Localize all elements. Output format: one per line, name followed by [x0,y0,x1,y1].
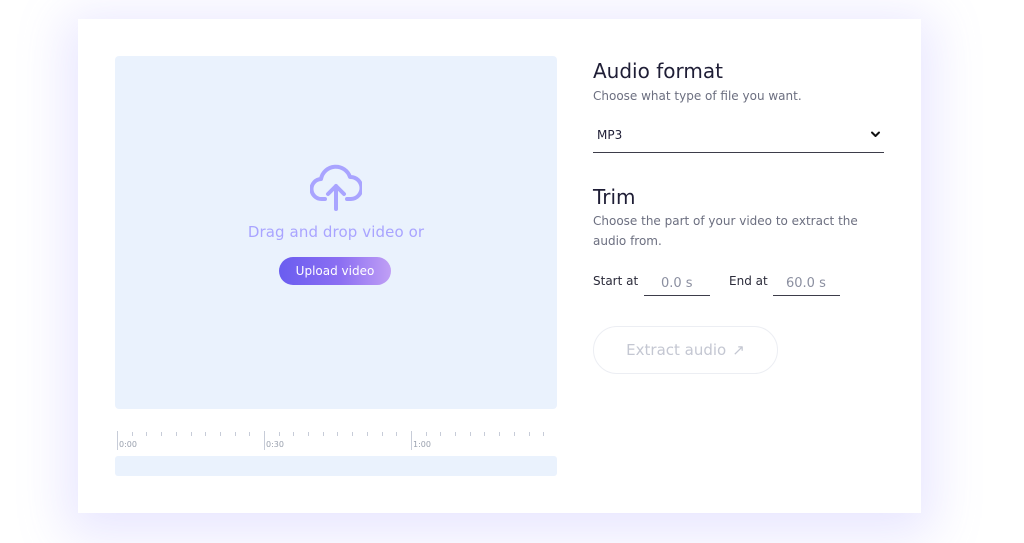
extract-audio-button[interactable]: Extract audio ↗ [593,326,778,374]
timeline-minor-tick [337,432,338,436]
timeline-minor-tick [484,432,485,436]
timeline-minor-tick [293,432,294,436]
timeline-minor-tick [205,432,206,436]
trim-subtitle-line2: audio from. [593,234,662,248]
chevron-down-icon [871,131,880,137]
trim-subtitle-line1: Choose the part of your video to extract… [593,214,858,228]
timeline-major-tick [117,431,118,450]
timeline-label-mid: 0:30 [266,440,284,449]
timeline-minor-tick [543,432,544,436]
timeline-label-start: 0:00 [119,440,137,449]
end-at-label: End at [729,274,768,288]
timeline-label-end: 1:00 [413,440,431,449]
audio-format-selected: MP3 [597,128,623,142]
timeline-minor-tick [455,432,456,436]
cloud-upload-icon [310,164,362,211]
timeline-minor-tick [191,432,192,436]
timeline-minor-tick [367,432,368,436]
timeline-minor-tick [382,432,383,436]
start-time-input[interactable] [644,272,710,296]
timeline-minor-tick [323,432,324,436]
timeline-minor-tick [308,432,309,436]
timeline-minor-tick [249,432,250,436]
audio-format-title: Audio format [593,59,723,83]
end-time-input[interactable] [773,272,840,296]
audio-format-subtitle: Choose what type of file you want. [593,89,802,103]
timeline-minor-tick [499,432,500,436]
page: Drag and drop video or Upload video 0:00… [0,0,1024,543]
timeline-minor-tick [132,432,133,436]
audio-format-select[interactable]: MP3 [593,124,884,153]
timeline-minor-tick [235,432,236,436]
timeline-minor-tick [161,432,162,436]
timeline-minor-tick [352,432,353,436]
timeline-minor-tick [440,432,441,436]
arrow-up-right-icon: ↗ [732,341,745,359]
timeline-minor-tick [146,432,147,436]
timeline-minor-tick [176,432,177,436]
timeline-minor-tick [514,432,515,436]
timeline-minor-tick [220,432,221,436]
timeline-minor-tick [426,432,427,436]
dropzone-prompt: Drag and drop video or [247,223,425,241]
trim-title: Trim [593,185,636,209]
timeline-minor-tick [396,432,397,436]
start-at-label: Start at [593,274,639,288]
timeline-minor-tick [470,432,471,436]
timeline-major-tick [264,431,265,450]
timeline-ruler: 0:00 0:30 1:00 [115,428,557,452]
timeline-minor-tick [279,432,280,436]
timeline-major-tick [411,431,412,450]
extract-audio-label: Extract audio [626,341,727,359]
timeline-track[interactable] [115,456,557,476]
upload-video-button[interactable]: Upload video [279,257,391,285]
timeline-minor-tick [529,432,530,436]
